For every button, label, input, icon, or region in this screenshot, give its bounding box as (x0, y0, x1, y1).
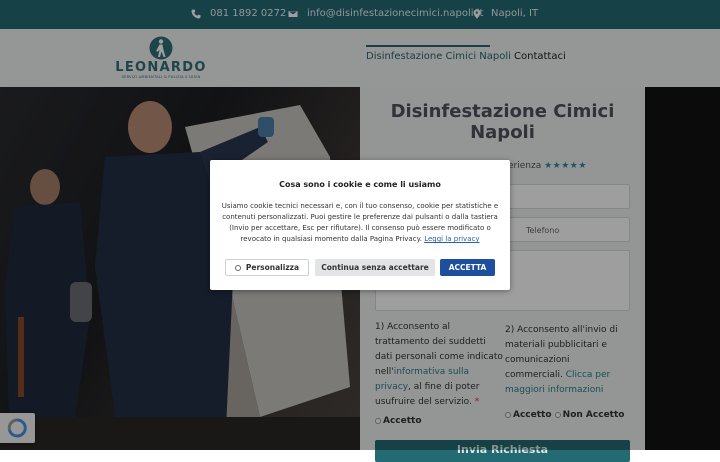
read-privacy-link[interactable]: Leggi la privacy (424, 235, 479, 243)
customize-button[interactable]: Personalizza (225, 259, 309, 276)
cookie-consent-dialog: Cosa sono i cookie e come li usiamo Usia… (210, 160, 510, 290)
continue-without-accepting-button[interactable]: Continua senza accettare (315, 259, 435, 276)
radio-dot-icon (234, 264, 241, 271)
cookie-dialog-body: Usiamo cookie tecnici necessari e, con i… (221, 202, 499, 243)
accept-button[interactable]: ACCETTA (440, 259, 495, 276)
cookie-dialog-title: Cosa sono i cookie e come li usiamo (279, 180, 441, 189)
